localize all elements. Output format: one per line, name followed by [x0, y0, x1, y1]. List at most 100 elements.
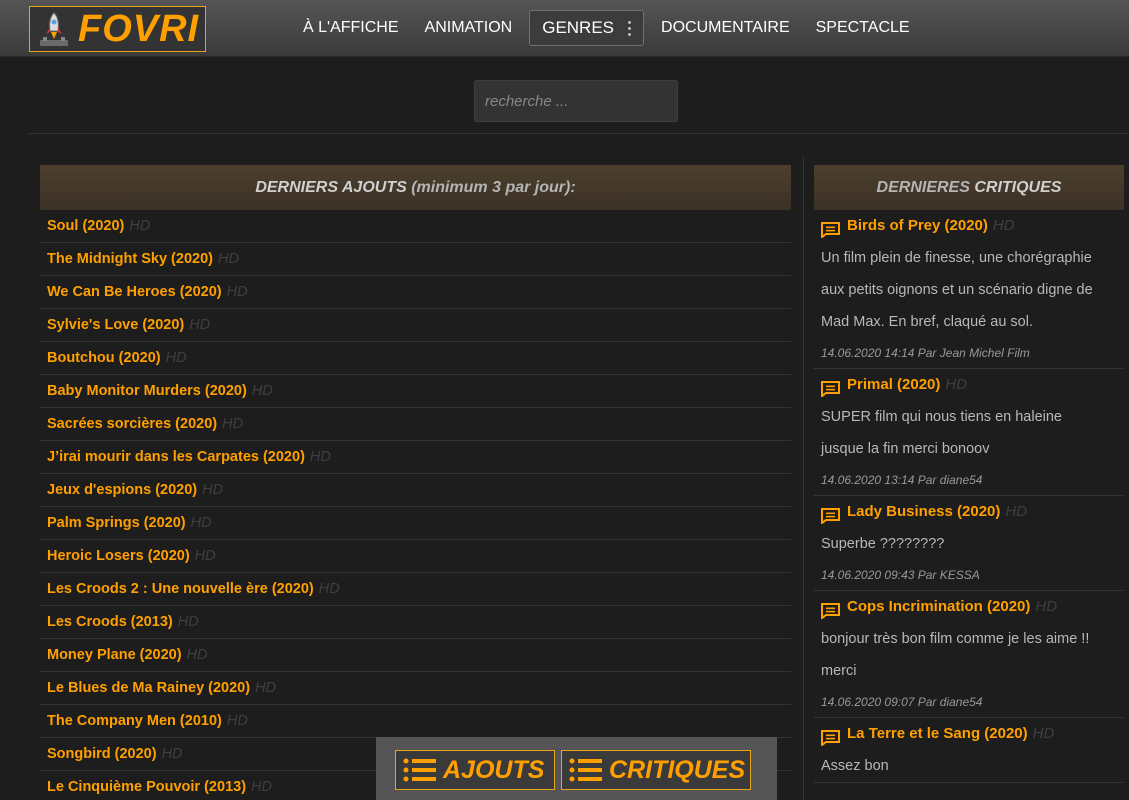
movie-link[interactable]: Songbird (2020) — [47, 746, 157, 762]
movie-link[interactable]: Les Croods 2 : Une nouvelle ère (2020) — [47, 581, 314, 597]
hd-badge: HD — [189, 317, 211, 333]
review-title-row: Cops Incrimination (2020) HD — [821, 591, 1124, 623]
review-text-line: Assez bon — [821, 758, 889, 774]
review-meta: 14.06.2020 13:14 Par diane54 — [821, 473, 983, 487]
review-meta: 14.06.2020 09:07 Par diane54 — [821, 695, 983, 709]
hd-badge: HD — [194, 548, 216, 564]
review-meta: 14.06.2020 14:14 Par Jean Michel Film — [821, 346, 1030, 360]
movie-row: Les Croods 2 : Une nouvelle ère (2020) HD — [40, 573, 791, 606]
reviews-heading-a: DERNIERES — [876, 179, 970, 196]
review-meta: 14.06.2020 09:43 Par KESSA — [821, 568, 980, 582]
movie-link[interactable]: Les Croods (2013) — [47, 614, 173, 630]
review-movie-link[interactable]: La Terre et le Sang (2020) — [847, 718, 1028, 750]
review-item: Primal (2020) HD SUPER film qui nous tiens… — [814, 369, 1124, 496]
chat-icon — [821, 218, 840, 239]
movie-link[interactable]: Soul (2020) — [47, 218, 124, 234]
search-input[interactable] — [474, 80, 678, 122]
main-nav: À L'AFFICHE ANIMATION GENRES DOCUMENTAIR… — [290, 10, 923, 46]
hd-badge: HD — [945, 376, 968, 393]
reviews-heading-b: CRITIQUES — [969, 179, 1062, 196]
chat-icon — [821, 504, 840, 525]
movie-row: Jeux d'espions (2020) HD — [40, 474, 791, 507]
review-text-line: aux petits oignons et un scénario digne … — [821, 282, 1093, 298]
movie-link[interactable]: The Midnight Sky (2020) — [47, 251, 213, 267]
critiques-button[interactable]: CRITIQUES — [561, 750, 751, 790]
hd-badge: HD — [165, 350, 187, 366]
review-title-row: La Terre et le Sang (2020) HD — [821, 718, 1124, 750]
review-item: Cops Incrimination (2020) HD bonjour très … — [814, 591, 1124, 718]
search-row — [28, 58, 1129, 134]
movie-row: Boutchou (2020) HD — [40, 342, 791, 375]
review-list: Birds of Prey (2020) HD Un film plein de f… — [814, 210, 1124, 783]
latest-additions-panel: DERNIERS AJOUTS (minimum 3 par jour): So… — [40, 165, 791, 800]
list-icon — [403, 758, 436, 782]
top-bar: FOVRI À L'AFFICHE ANIMATION GENRES DOCUM… — [0, 0, 1129, 57]
chat-icon — [821, 599, 840, 620]
movie-row: We Can Be Heroes (2020) HD — [40, 276, 791, 309]
hd-badge: HD — [217, 251, 239, 267]
nav-spectacle[interactable]: SPECTACLE — [803, 10, 923, 46]
chat-icon — [821, 377, 840, 398]
review-movie-link[interactable]: Birds of Prey (2020) — [847, 210, 988, 242]
latest-heading-rest: (minimum 3 par jour): — [406, 179, 576, 196]
movie-row: Sylvie's Love (2020) HD — [40, 309, 791, 342]
movie-link[interactable]: J’irai mourir dans les Carpates (2020) — [47, 449, 305, 465]
movie-link[interactable]: Heroic Losers (2020) — [47, 548, 190, 564]
review-text-line: bonjour très bon film comme je les aime … — [821, 631, 1090, 647]
movie-row: Money Plane (2020) HD — [40, 639, 791, 672]
movie-list: Soul (2020) HD The Midnight Sky (2020) HD We… — [40, 210, 791, 800]
hd-badge: HD — [226, 713, 248, 729]
movie-link[interactable]: Palm Springs (2020) — [47, 515, 186, 531]
review-item: Lady Business (2020) HD Superbe ???????? 14… — [814, 496, 1124, 591]
latest-reviews-heading: DERNIERES CRITIQUES — [814, 165, 1124, 210]
movie-link[interactable]: Le Blues de Ma Rainey (2020) — [47, 680, 250, 696]
list-icon — [569, 758, 602, 782]
movie-link[interactable]: Baby Monitor Murders (2020) — [47, 383, 247, 399]
nav-documentaire[interactable]: DOCUMENTAIRE — [648, 10, 803, 46]
hd-badge: HD — [255, 680, 277, 696]
hd-badge: HD — [1005, 503, 1028, 520]
movie-row: The Midnight Sky (2020) HD — [40, 243, 791, 276]
nav-genres[interactable]: GENRES — [529, 10, 645, 46]
hd-badge: HD — [190, 515, 212, 531]
hd-badge: HD — [186, 647, 208, 663]
hd-badge: HD — [992, 217, 1015, 234]
movie-row: J’irai mourir dans les Carpates (2020) HD — [40, 441, 791, 474]
hd-badge: HD — [202, 482, 224, 498]
movie-row: Heroic Losers (2020) HD — [40, 540, 791, 573]
movie-link[interactable]: The Company Men (2010) — [47, 713, 222, 729]
movie-row: The Company Men (2010) HD — [40, 705, 791, 738]
hd-badge: HD — [1035, 598, 1058, 615]
nav-a-laffiche[interactable]: À L'AFFICHE — [290, 10, 412, 46]
review-movie-link[interactable]: Primal (2020) — [847, 369, 940, 401]
movie-row: Le Blues de Ma Rainey (2020) HD — [40, 672, 791, 705]
movie-link[interactable]: Sylvie's Love (2020) — [47, 317, 184, 333]
review-text-line: jusque la fin merci bonoov — [821, 441, 990, 457]
review-movie-link[interactable]: Cops Incrimination (2020) — [847, 591, 1030, 623]
movie-link[interactable]: We Can Be Heroes (2020) — [47, 284, 222, 300]
hd-badge: HD — [161, 746, 183, 762]
site-logo[interactable]: FOVRI — [29, 6, 206, 52]
hd-badge: HD — [129, 218, 151, 234]
column-divider — [803, 156, 804, 800]
movie-link[interactable]: Le Cinquième Pouvoir (2013) — [47, 779, 246, 795]
bottom-toggle-bar: AJOUTS CRITIQUES — [376, 737, 777, 800]
review-item: Birds of Prey (2020) HD Un film plein de f… — [814, 210, 1124, 369]
review-movie-link[interactable]: Lady Business (2020) — [847, 496, 1000, 528]
movie-link[interactable]: Boutchou (2020) — [47, 350, 161, 366]
ajouts-button[interactable]: AJOUTS — [395, 750, 555, 790]
movie-link[interactable]: Jeux d'espions (2020) — [47, 482, 197, 498]
review-text-line: SUPER film qui nous tiens en haleine — [821, 409, 1062, 425]
nav-animation[interactable]: ANIMATION — [412, 10, 526, 46]
movie-link[interactable]: Sacrées sorcières (2020) — [47, 416, 217, 432]
hd-badge: HD — [1032, 725, 1055, 742]
movie-link[interactable]: Money Plane (2020) — [47, 647, 182, 663]
latest-additions-heading: DERNIERS AJOUTS (minimum 3 par jour): — [40, 165, 791, 210]
review-title-row: Lady Business (2020) HD — [821, 496, 1124, 528]
latest-heading-main: DERNIERS AJOUTS — [255, 179, 407, 196]
movie-row: Les Croods (2013) HD — [40, 606, 791, 639]
chat-icon — [821, 726, 840, 747]
ajouts-label: AJOUTS — [443, 755, 545, 784]
latest-reviews-panel: DERNIERES CRITIQUES Birds of Prey (2020)… — [814, 165, 1124, 783]
hd-badge: HD — [318, 581, 340, 597]
